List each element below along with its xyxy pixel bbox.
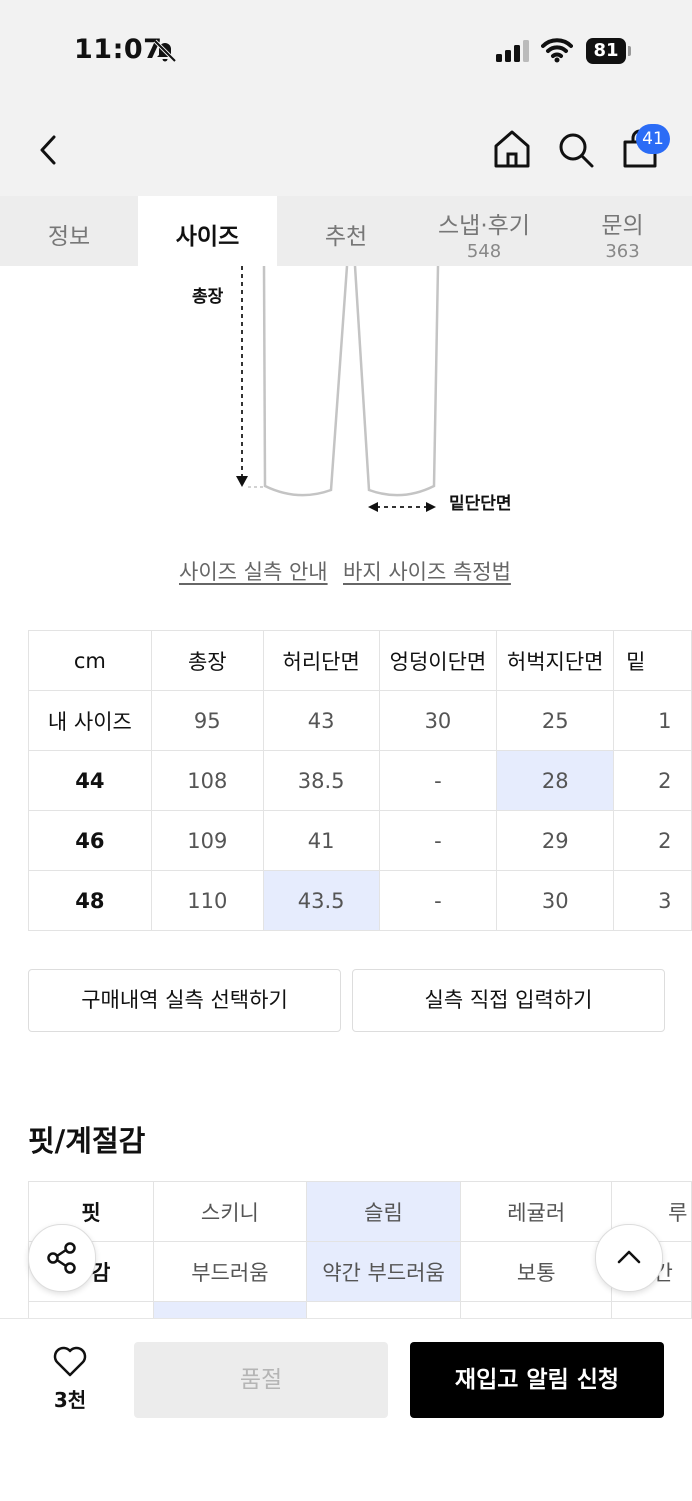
table-cell: 109: [150, 810, 264, 871]
table-cell: -: [378, 750, 498, 811]
like-count: 3천: [53, 1388, 87, 1412]
tab-inquiry[interactable]: 문의 363: [553, 196, 692, 266]
tab-snap-review-label: 스냅·후기: [438, 213, 530, 239]
status-time: 11:07: [74, 34, 163, 65]
tab-recommend[interactable]: 추천: [277, 196, 415, 266]
tab-inquiry-label: 문의: [601, 213, 644, 239]
back-arrow-icon[interactable]: [32, 130, 66, 170]
share-icon: [47, 1242, 76, 1274]
search-icon[interactable]: [556, 130, 596, 170]
table-cell: 스키니: [153, 1181, 307, 1242]
bell-muted-icon: [153, 39, 177, 63]
table-cell: -: [378, 870, 498, 931]
tab-size[interactable]: 사이즈: [138, 196, 277, 266]
table-row: 48 110 43.5 - 30 3: [28, 870, 692, 931]
share-button[interactable]: [28, 1224, 96, 1292]
table-cell: 부드러움: [153, 1241, 307, 1302]
size-header-unit: cm: [28, 630, 152, 691]
table-cell: 29: [496, 810, 615, 871]
tab-size-label: 사이즈: [175, 224, 240, 250]
table-cell: 레귤러: [460, 1181, 613, 1242]
battery-tip: [628, 46, 631, 56]
table-cell: 2: [613, 750, 692, 811]
select-purchase-history-button[interactable]: 구매내역 실측 선택하기: [28, 969, 341, 1032]
table-cell: -: [378, 810, 498, 871]
table-cell-highlighted: 슬림: [305, 1181, 462, 1242]
size-header-hip: 엉덩이단면: [378, 630, 498, 691]
table-row: 핏 스키니 슬림 레귤러 루: [27, 1181, 692, 1242]
fit-section-title: 핏/계절감: [28, 1124, 146, 1158]
table-row: 44 108 38.5 - 28 2: [28, 750, 692, 811]
sold-out-button: 품절: [134, 1342, 388, 1418]
size-guide-link[interactable]: 사이즈 실측 안내: [179, 556, 328, 586]
row-label-size: 46: [28, 810, 152, 871]
table-row: 내 사이즈 95 43 30 25 1: [28, 690, 692, 751]
tab-recommend-label: 추천: [324, 224, 368, 250]
row-label-size: 48: [28, 870, 152, 931]
tab-info-label: 정보: [47, 224, 91, 250]
table-cell-highlighted: 28: [496, 750, 615, 811]
table-cell: 2: [613, 810, 692, 871]
hem-width-label: 밑단단면: [449, 494, 512, 514]
scroll-to-top-button[interactable]: [595, 1224, 663, 1292]
table-row: 감 부드러움 약간 부드러움 보통 약간: [27, 1241, 692, 1302]
direct-input-button[interactable]: 실측 직접 입력하기: [352, 969, 665, 1032]
table-cell: 41: [262, 810, 380, 871]
tab-snap-review-count: 548: [466, 241, 502, 262]
tab-inquiry-count: 363: [605, 241, 640, 262]
tab-snap-review[interactable]: 스냅·후기 548: [415, 196, 553, 266]
size-table-header: cm 총장 허리단면 엉덩이단면 허벅지단면 밑: [28, 630, 692, 691]
chevron-up-icon: [617, 1250, 641, 1264]
table-cell: 25: [496, 690, 615, 751]
status-bar: 11:07 81: [0, 0, 692, 100]
tab-info[interactable]: 정보: [0, 196, 138, 266]
length-label: 총장: [192, 287, 224, 307]
table-cell: 108: [150, 750, 264, 811]
table-cell: 95: [150, 690, 264, 751]
size-header-length: 총장: [150, 630, 264, 691]
table-cell: 38.5: [262, 750, 380, 811]
table-cell: 보통: [460, 1241, 613, 1302]
battery-indicator: 81: [586, 38, 626, 64]
table-cell: 30: [496, 870, 615, 931]
cellular-signal-icon: [496, 40, 529, 62]
size-header-waist: 허리단면: [262, 630, 380, 691]
restock-alert-button[interactable]: 재입고 알림 신청: [410, 1342, 664, 1418]
table-cell: 30: [378, 690, 498, 751]
table-cell: 110: [150, 870, 264, 931]
table-cell: 43: [262, 690, 380, 751]
pants-size-diagram: [236, 266, 440, 512]
row-label-my-size: 내 사이즈: [28, 690, 152, 751]
table-cell-highlighted: 약간 부드러움: [305, 1241, 462, 1302]
table-cell: 1: [613, 690, 692, 751]
size-header-rise: 밑: [613, 630, 692, 691]
cart-count-badge: 41: [636, 124, 670, 154]
product-tabs: 정보 사이즈 추천 스냅·후기 548 문의 363: [0, 196, 692, 266]
heart-icon[interactable]: [52, 1346, 88, 1378]
home-icon[interactable]: [492, 128, 532, 170]
table-cell: 3: [613, 870, 692, 931]
wifi-icon: [541, 38, 573, 63]
size-header-thigh: 허벅지단면: [496, 630, 615, 691]
table-cell-highlighted: 43.5: [262, 870, 380, 931]
table-row: 46 109 41 - 29 2: [28, 810, 692, 871]
measure-guide-link[interactable]: 바지 사이즈 측정법: [343, 556, 511, 586]
size-table: cm 총장 허리단면 엉덩이단면 허벅지단면 밑 내 사이즈 95 43 30 …: [28, 630, 692, 931]
row-label-size: 44: [28, 750, 152, 811]
